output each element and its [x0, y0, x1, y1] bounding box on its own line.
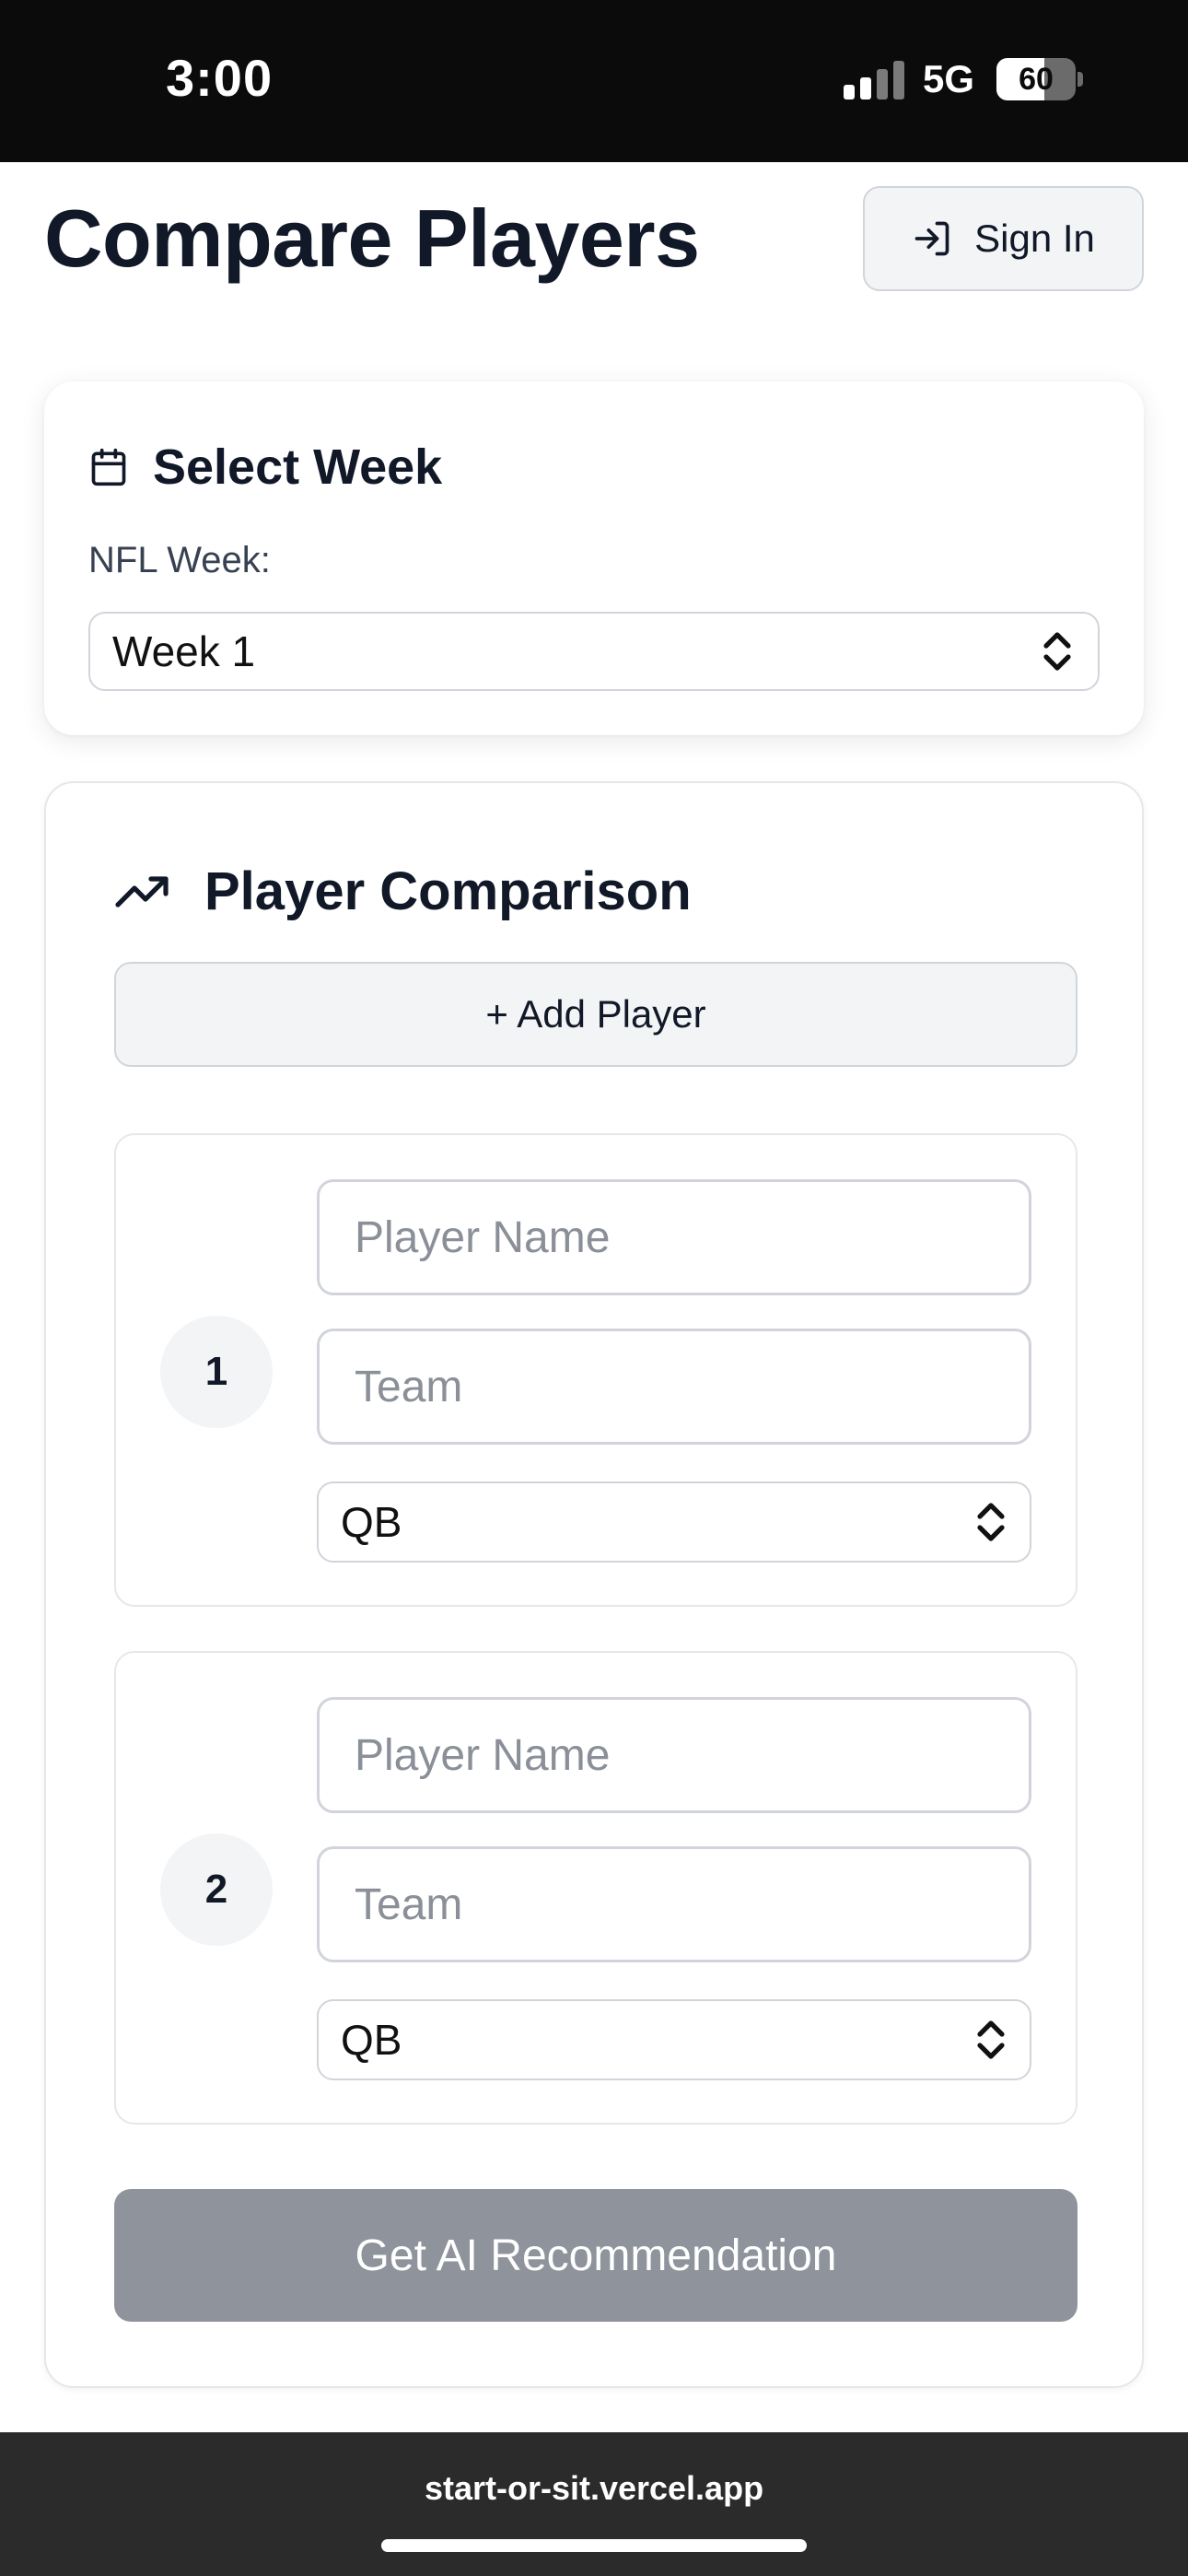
network-type: 5G	[923, 57, 975, 100]
page-title: Compare Players	[44, 193, 700, 284]
add-player-button[interactable]: + Add Player	[114, 962, 1077, 1067]
battery-level: 60	[1019, 62, 1054, 97]
player-card-1: 1 Player Name Team QB	[114, 1133, 1077, 1607]
url-text[interactable]: start-or-sit.vercel.app	[0, 2469, 1188, 2508]
player-comparison-heading: Player Comparison	[114, 861, 692, 922]
cellular-signal-icon	[844, 61, 904, 100]
sign-in-label: Sign In	[974, 217, 1095, 260]
player-number-badge: 1	[160, 1316, 273, 1428]
player-comparison-title: Player Comparison	[204, 861, 692, 921]
log-in-icon	[914, 221, 949, 256]
position-select[interactable]: QB	[317, 1481, 1031, 1563]
browser-url-bar[interactable]: start-or-sit.vercel.app	[0, 2432, 1188, 2576]
sign-in-button[interactable]: Sign In	[863, 186, 1144, 291]
week-select-value: Week 1	[112, 627, 256, 675]
team-input[interactable]: Team	[317, 1329, 1031, 1445]
calendar-icon	[91, 448, 126, 486]
position-select[interactable]: QB	[317, 1999, 1031, 2080]
select-week-card: Select Week NFL Week: Week 1	[44, 381, 1144, 735]
get-ai-recommendation-button[interactable]: Get AI Recommendation	[114, 2189, 1077, 2322]
player-card-2: 2 Player Name Team QB	[114, 1651, 1077, 2125]
player-name-input[interactable]: Player Name	[317, 1179, 1031, 1295]
chevrons-up-down-icon	[977, 2020, 1005, 2059]
position-select-value: QB	[341, 2016, 402, 2064]
player-number-badge: 2	[160, 1833, 273, 1946]
select-week-heading: Select Week	[88, 439, 442, 496]
player-comparison-card: Player Comparison + Add Player 1 Player …	[44, 781, 1144, 2388]
chevrons-up-down-icon	[1043, 632, 1071, 671]
week-select[interactable]: Week 1	[88, 612, 1100, 691]
position-select-value: QB	[341, 1498, 402, 1546]
chevrons-up-down-icon	[977, 1503, 1005, 1541]
home-indicator[interactable]	[381, 2539, 807, 2552]
nfl-week-label: NFL Week:	[88, 540, 271, 580]
trending-up-icon	[115, 875, 169, 907]
select-week-title: Select Week	[153, 439, 443, 495]
status-time: 3:00	[166, 49, 274, 107]
battery-icon: 60	[996, 58, 1083, 100]
team-input[interactable]: Team	[317, 1846, 1031, 1962]
status-bar: 3:00 5G 60	[0, 0, 1188, 162]
player-name-input[interactable]: Player Name	[317, 1697, 1031, 1813]
